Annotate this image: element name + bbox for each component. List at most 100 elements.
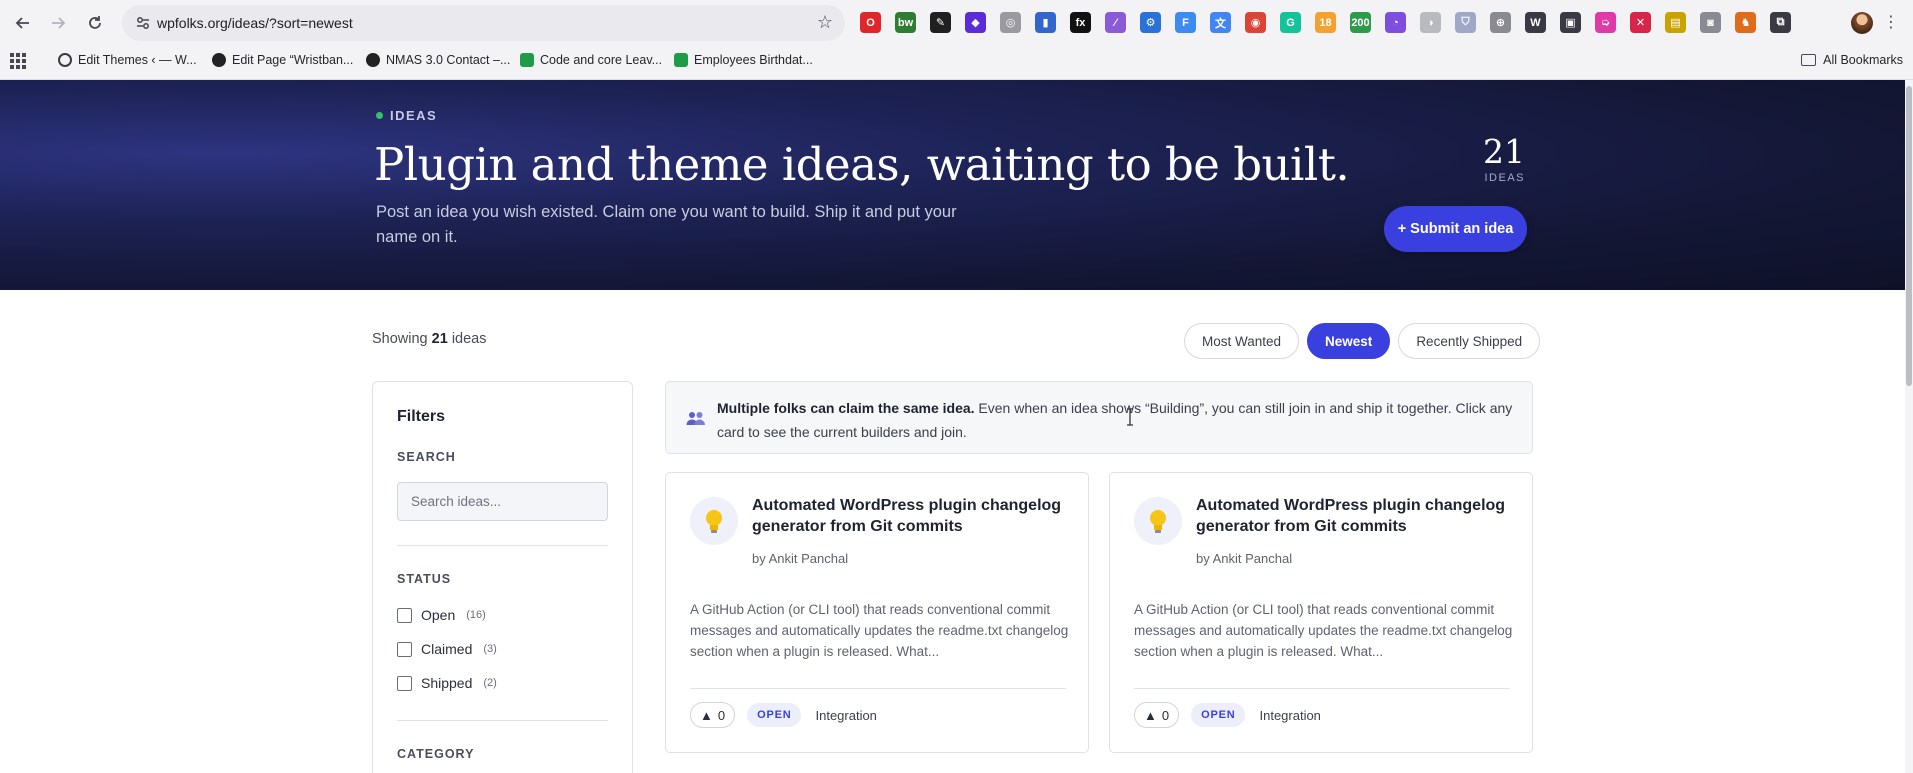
diamond-icon[interactable]: ◆ bbox=[965, 12, 986, 33]
upvote-triangle-icon: ▲ bbox=[700, 707, 713, 723]
upvote-button[interactable]: ▲ 0 bbox=[690, 702, 736, 728]
status-label: STATUS bbox=[397, 572, 452, 586]
back-button[interactable] bbox=[10, 10, 36, 36]
fx-icon[interactable]: fx bbox=[1070, 12, 1091, 33]
status-count: (16) bbox=[466, 609, 486, 621]
filters-divider bbox=[397, 720, 608, 721]
bookmark-label: Edit Themes ‹ — W... bbox=[78, 53, 197, 67]
page-scrollbar[interactable] bbox=[1905, 80, 1913, 773]
status-checkbox[interactable] bbox=[397, 675, 412, 691]
reload-button[interactable] bbox=[82, 10, 108, 36]
page-content: IDEAS Plugin and theme ideas, waiting to… bbox=[0, 80, 1905, 773]
globe-ext-icon[interactable]: ⊕ bbox=[1490, 12, 1511, 33]
bookmark-item[interactable]: NMAS 3.0 Contact –... bbox=[366, 53, 510, 67]
status-count: (3) bbox=[483, 643, 497, 655]
status-checkbox[interactable] bbox=[397, 641, 412, 657]
wordpress-icon[interactable]: W bbox=[1525, 12, 1546, 33]
site-info-icon[interactable] bbox=[135, 15, 151, 31]
bookmark-item[interactable]: Edit Themes ‹ — W... bbox=[58, 53, 197, 67]
all-bookmarks-button[interactable]: All Bookmarks bbox=[1801, 53, 1903, 67]
status-filter-claimed[interactable]: Claimed (3) bbox=[397, 641, 497, 657]
status-filter-open[interactable]: Open (16) bbox=[397, 607, 486, 623]
translate-icon[interactable]: 文 bbox=[1210, 12, 1231, 33]
idea-avatar bbox=[1134, 497, 1182, 545]
bookmark-ext-icon[interactable]: ▮ bbox=[1035, 12, 1056, 33]
vote-count: 0 bbox=[717, 707, 726, 723]
f-ext-icon[interactable]: F bbox=[1175, 12, 1196, 33]
chess-ext-icon[interactable]: ♞ bbox=[1735, 12, 1756, 33]
bw-icon[interactable]: bw bbox=[895, 12, 916, 33]
filters-divider bbox=[397, 545, 608, 546]
calendar-ext-icon[interactable]: 18 bbox=[1315, 12, 1336, 33]
compass-icon[interactable]: ◎ bbox=[1000, 12, 1021, 33]
text-cursor-icon bbox=[1127, 408, 1133, 426]
idea-card[interactable]: Automated WordPress plugin changelog gen… bbox=[1109, 472, 1533, 753]
people-icon bbox=[686, 412, 705, 425]
idea-title[interactable]: Automated WordPress plugin changelog gen… bbox=[1196, 495, 1516, 537]
circle-ext-icon[interactable]: ◔ bbox=[1385, 12, 1406, 33]
chrome-ext-icon[interactable]: ◉ bbox=[1245, 12, 1266, 33]
address-url: wpfolks.org/ideas/?sort=newest bbox=[157, 15, 353, 31]
filters-panel: Filters SEARCH STATUS Open (16) Claimed … bbox=[372, 381, 633, 773]
wordpress-favicon-icon bbox=[58, 53, 72, 67]
results-suffix: ideas bbox=[447, 331, 487, 347]
profile-avatar[interactable] bbox=[1851, 12, 1873, 34]
sort-recently-shipped[interactable]: Recently Shipped bbox=[1398, 323, 1541, 359]
back-arrow-icon bbox=[15, 17, 29, 29]
puzzle-icon[interactable]: ⧉ bbox=[1770, 12, 1791, 33]
claim-notice: Multiple folks can claim the same idea. … bbox=[665, 381, 1533, 454]
address-bar[interactable]: wpfolks.org/ideas/?sort=newest ☆ bbox=[122, 5, 845, 41]
bookmark-item[interactable]: Code and core Leav... bbox=[520, 53, 662, 67]
lightbulb-icon bbox=[706, 510, 722, 533]
lightbulb-icon bbox=[1150, 510, 1166, 533]
bookmark-star-icon[interactable]: ☆ bbox=[817, 12, 833, 33]
notice-bold: Multiple folks can claim the same idea. bbox=[717, 400, 975, 416]
bookmark-label: Code and core Leav... bbox=[540, 53, 663, 67]
forward-button[interactable] bbox=[45, 10, 71, 36]
ideas-counter: 21 IDEAS bbox=[1405, 134, 1525, 185]
status-label-text: Open bbox=[421, 607, 456, 623]
folder-icon bbox=[1801, 54, 1817, 66]
counter-ext-icon[interactable]: 200 bbox=[1350, 12, 1371, 33]
idea-category: Integration bbox=[815, 707, 877, 723]
browser-menu-icon[interactable]: ⋮ bbox=[1883, 12, 1899, 32]
reload-icon bbox=[89, 16, 101, 29]
upvote-button[interactable]: ▲ 0 bbox=[1134, 702, 1180, 728]
sort-tabs: Most Wanted Newest Recently Shipped bbox=[1184, 323, 1541, 359]
grammarly-icon[interactable]: G bbox=[1280, 12, 1301, 33]
shield-ext-icon[interactable]: ⛉ bbox=[1455, 12, 1476, 33]
opera-icon[interactable]: O bbox=[860, 12, 881, 33]
scrollbar-thumb[interactable] bbox=[1906, 86, 1912, 386]
bookmark-item[interactable]: Edit Page “Wristban... bbox=[212, 53, 353, 67]
bookmark-item[interactable]: Employees Birthdat... bbox=[674, 53, 813, 67]
apps-grid-icon[interactable] bbox=[10, 53, 26, 69]
tag-ext-icon[interactable]: ▤ bbox=[1665, 12, 1686, 33]
status-checkbox[interactable] bbox=[397, 607, 412, 623]
idea-card[interactable]: Automated WordPress plugin changelog gen… bbox=[665, 472, 1089, 753]
submit-idea-button[interactable]: + Submit an idea bbox=[1384, 206, 1527, 252]
arrow-ext-icon[interactable]: ➭ bbox=[1595, 12, 1616, 33]
x-ext-icon[interactable]: ✕ bbox=[1630, 12, 1651, 33]
status-filter-shipped[interactable]: Shipped (2) bbox=[397, 675, 497, 691]
moon-ext-icon[interactable]: ◑ bbox=[1420, 12, 1441, 33]
camera-ext-icon[interactable]: ◙ bbox=[1700, 12, 1721, 33]
status-count: (2) bbox=[483, 677, 497, 689]
status-label-text: Shipped bbox=[421, 675, 473, 691]
idea-avatar bbox=[690, 497, 738, 545]
hero-banner: IDEAS Plugin and theme ideas, waiting to… bbox=[0, 80, 1905, 290]
sort-most-wanted[interactable]: Most Wanted bbox=[1184, 323, 1300, 359]
results-count: Showing 21 ideas bbox=[372, 331, 487, 347]
blocks-favicon-icon bbox=[212, 53, 226, 67]
upvote-triangle-icon: ▲ bbox=[1144, 707, 1157, 723]
card-divider bbox=[1134, 688, 1510, 689]
idea-title[interactable]: Automated WordPress plugin changelog gen… bbox=[752, 495, 1072, 537]
sort-newest[interactable]: Newest bbox=[1307, 323, 1391, 359]
page-title: Plugin and theme ideas, waiting to be bu… bbox=[374, 138, 1350, 191]
screen-ext-icon[interactable]: ▣ bbox=[1560, 12, 1581, 33]
feather-icon[interactable]: ⁄ bbox=[1105, 12, 1126, 33]
gear-ext-icon[interactable]: ⚙ bbox=[1140, 12, 1161, 33]
results-number: 21 bbox=[431, 331, 448, 347]
results-prefix: Showing bbox=[372, 331, 432, 347]
pen-icon[interactable]: ✎ bbox=[930, 12, 951, 33]
search-input[interactable] bbox=[397, 482, 608, 521]
